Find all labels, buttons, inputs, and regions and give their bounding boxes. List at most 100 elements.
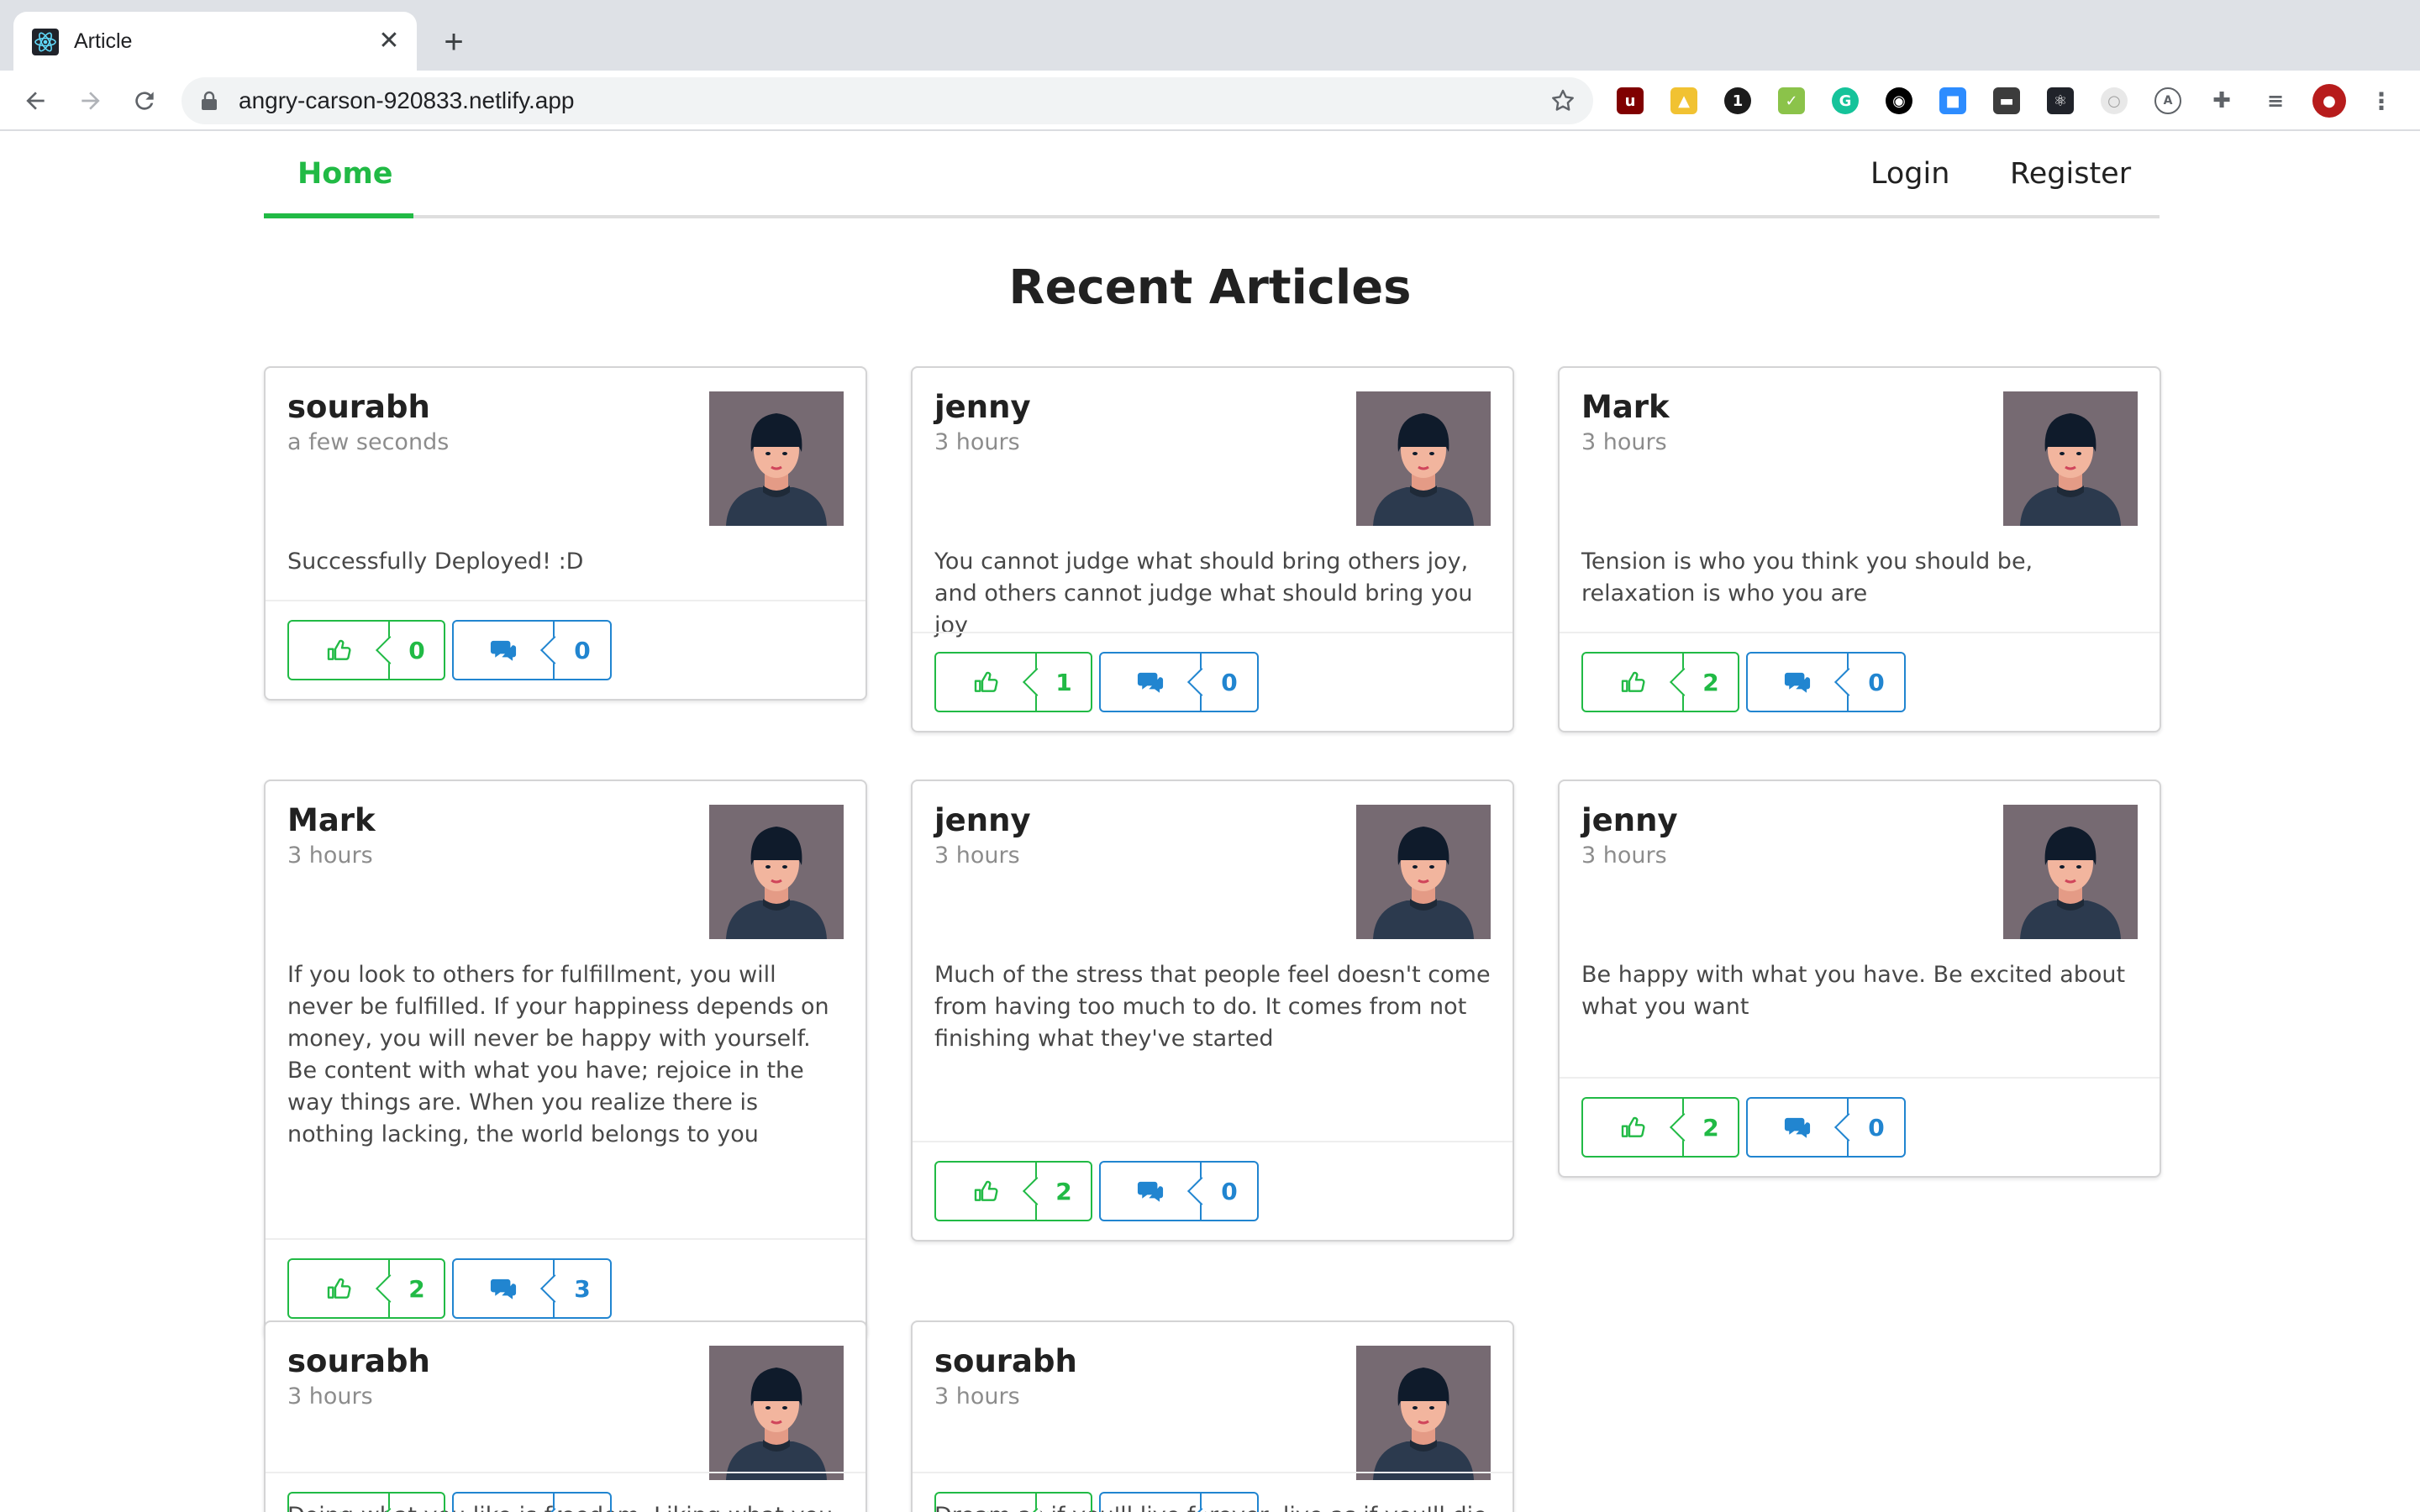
ublock-extension-icon[interactable]: u bbox=[1617, 87, 1644, 114]
comment-button[interactable]: 0 bbox=[452, 1492, 612, 1512]
article-actions: 0 0 bbox=[266, 600, 865, 699]
chrome-menu-icon[interactable]: ⋮ bbox=[2368, 87, 2395, 115]
article-time: 3 hours bbox=[1581, 429, 1667, 455]
menu-home-link[interactable]: Home bbox=[297, 153, 393, 195]
media-queue-icon[interactable]: ≡ bbox=[2262, 87, 2289, 114]
like-button[interactable]: 0 bbox=[287, 620, 445, 680]
article-author: jenny bbox=[934, 802, 1031, 838]
like-button[interactable]: 2 bbox=[1581, 1097, 1739, 1158]
article-time: a few seconds bbox=[287, 429, 450, 455]
article-card[interactable]: jenny 3 hours Much of the stress that pe… bbox=[911, 780, 1514, 1242]
like-button[interactable]: 2 bbox=[287, 1258, 445, 1319]
article-time: 3 hours bbox=[287, 843, 373, 869]
active-tab-indicator bbox=[264, 213, 413, 218]
comment-button[interactable]: 0 bbox=[1099, 1161, 1259, 1221]
react-devtools-extension-icon[interactable]: ⚛ bbox=[2047, 87, 2074, 114]
thumbs-up-icon bbox=[289, 1260, 388, 1317]
article-text: Much of the stress that people feel does… bbox=[934, 962, 1491, 1052]
comment-button[interactable]: 0 bbox=[1746, 652, 1906, 712]
profile-avatar[interactable]: ● bbox=[2312, 84, 2346, 118]
comment-button[interactable]: 0 bbox=[1099, 1492, 1259, 1512]
thumbs-up-icon bbox=[289, 1494, 388, 1512]
article-author: Mark bbox=[1581, 389, 1670, 425]
translate-extension-icon[interactable]: A bbox=[2154, 87, 2181, 114]
lock-icon bbox=[202, 91, 217, 110]
tab-close-icon[interactable]: ✕ bbox=[375, 27, 403, 55]
like-button[interactable]: 0 bbox=[287, 1492, 445, 1512]
comment-count: 0 bbox=[553, 1494, 610, 1512]
comment-button[interactable]: 3 bbox=[452, 1258, 612, 1319]
like-button[interactable]: 1 bbox=[934, 652, 1092, 712]
article-author: sourabh bbox=[287, 389, 430, 425]
like-button[interactable]: 0 bbox=[934, 1492, 1092, 1512]
like-button[interactable]: 2 bbox=[934, 1161, 1092, 1221]
comments-icon bbox=[1101, 654, 1200, 711]
browser-toolbar: angry-carson-920833.netlify.app u ▲ 1 ✓ … bbox=[0, 71, 2420, 131]
comment-count: 0 bbox=[553, 622, 610, 679]
reload-icon[interactable] bbox=[126, 82, 163, 119]
author-avatar bbox=[1356, 805, 1491, 939]
thumbs-up-icon bbox=[936, 1163, 1035, 1220]
comment-button[interactable]: 0 bbox=[452, 620, 612, 680]
author-avatar bbox=[1356, 391, 1491, 526]
screen-capture-extension-icon[interactable]: ◉ bbox=[1886, 87, 1912, 114]
extensions-puzzle-icon[interactable]: ✚ bbox=[2208, 87, 2235, 114]
article-text: Be happy with what you have. Be excited … bbox=[1581, 962, 2126, 1020]
notes-extension-icon[interactable]: ▬ bbox=[1993, 87, 2020, 114]
article-card[interactable]: Mark 3 hours If you look to others for f… bbox=[264, 780, 867, 1339]
like-button[interactable]: 2 bbox=[1581, 652, 1739, 712]
menu-register-link[interactable]: Register bbox=[2010, 153, 2131, 195]
browser-tab[interactable]: Article ✕ bbox=[13, 12, 417, 71]
menu-login-link[interactable]: Login bbox=[1870, 153, 1949, 195]
bookmark-star-icon[interactable] bbox=[1549, 87, 1576, 114]
onepassword-extension-icon[interactable]: 1 bbox=[1724, 87, 1751, 114]
article-text: If you look to others for fulfillment, y… bbox=[287, 962, 829, 1147]
zoom-extension-icon[interactable]: ■ bbox=[1939, 87, 1966, 114]
react-logo-icon bbox=[32, 29, 59, 55]
circle-extension-icon[interactable]: ○ bbox=[2101, 87, 2128, 114]
like-count: 2 bbox=[1035, 1163, 1091, 1220]
comment-count: 0 bbox=[1200, 1163, 1257, 1220]
comment-count: 0 bbox=[1200, 1494, 1257, 1512]
article-card[interactable]: jenny 3 hours Be happy with what you hav… bbox=[1558, 780, 2161, 1178]
article-card[interactable]: sourabh 3 hours Dream as if you'll live … bbox=[911, 1320, 1514, 1512]
thumbs-up-icon bbox=[1583, 654, 1682, 711]
tab-title: Article bbox=[74, 29, 133, 53]
article-author: sourabh bbox=[287, 1343, 430, 1379]
article-card[interactable]: jenny 3 hours You cannot judge what shou… bbox=[911, 366, 1514, 732]
mail-extension-icon[interactable]: ✓ bbox=[1778, 87, 1805, 114]
like-count: 0 bbox=[388, 1494, 444, 1512]
comment-count: 0 bbox=[1200, 654, 1257, 711]
like-count: 0 bbox=[388, 622, 444, 679]
comments-icon bbox=[1101, 1163, 1200, 1220]
comments-icon bbox=[454, 622, 553, 679]
article-time: 3 hours bbox=[934, 1383, 1020, 1410]
article-text: You cannot judge what should bring other… bbox=[934, 549, 1473, 638]
article-text: Tension is who you think you should be, … bbox=[1581, 549, 2033, 606]
thumbs-up-icon bbox=[289, 622, 388, 679]
article-card[interactable]: Mark 3 hours Tension is who you think yo… bbox=[1558, 366, 2161, 732]
comments-icon bbox=[1101, 1494, 1200, 1512]
forward-icon[interactable] bbox=[72, 82, 109, 119]
address-bar[interactable]: angry-carson-920833.netlify.app bbox=[182, 77, 1593, 124]
drive-extension-icon[interactable]: ▲ bbox=[1670, 87, 1697, 114]
article-time: 3 hours bbox=[287, 1383, 373, 1410]
back-icon[interactable] bbox=[17, 82, 54, 119]
comment-count: 3 bbox=[553, 1260, 610, 1317]
like-count: 0 bbox=[1035, 1494, 1091, 1512]
article-time: 3 hours bbox=[934, 843, 1020, 869]
grammarly-extension-icon[interactable]: G bbox=[1832, 87, 1859, 114]
new-tab-icon[interactable]: + bbox=[437, 25, 471, 59]
comment-button[interactable]: 0 bbox=[1746, 1097, 1906, 1158]
comment-button[interactable]: 0 bbox=[1099, 652, 1259, 712]
comment-count: 0 bbox=[1847, 654, 1904, 711]
author-avatar bbox=[2003, 391, 2138, 526]
article-card[interactable]: sourabh 3 hours Doing what you like is f… bbox=[264, 1320, 867, 1512]
top-menu: Home Login Register bbox=[264, 133, 2160, 218]
like-count: 1 bbox=[1035, 654, 1091, 711]
author-avatar bbox=[2003, 805, 2138, 939]
author-avatar bbox=[709, 391, 844, 526]
comments-icon bbox=[454, 1494, 553, 1512]
article-card[interactable]: sourabh a few seconds Successfully Deplo… bbox=[264, 366, 867, 701]
page: Home Login Register Recent Articles sour… bbox=[0, 133, 2420, 1512]
